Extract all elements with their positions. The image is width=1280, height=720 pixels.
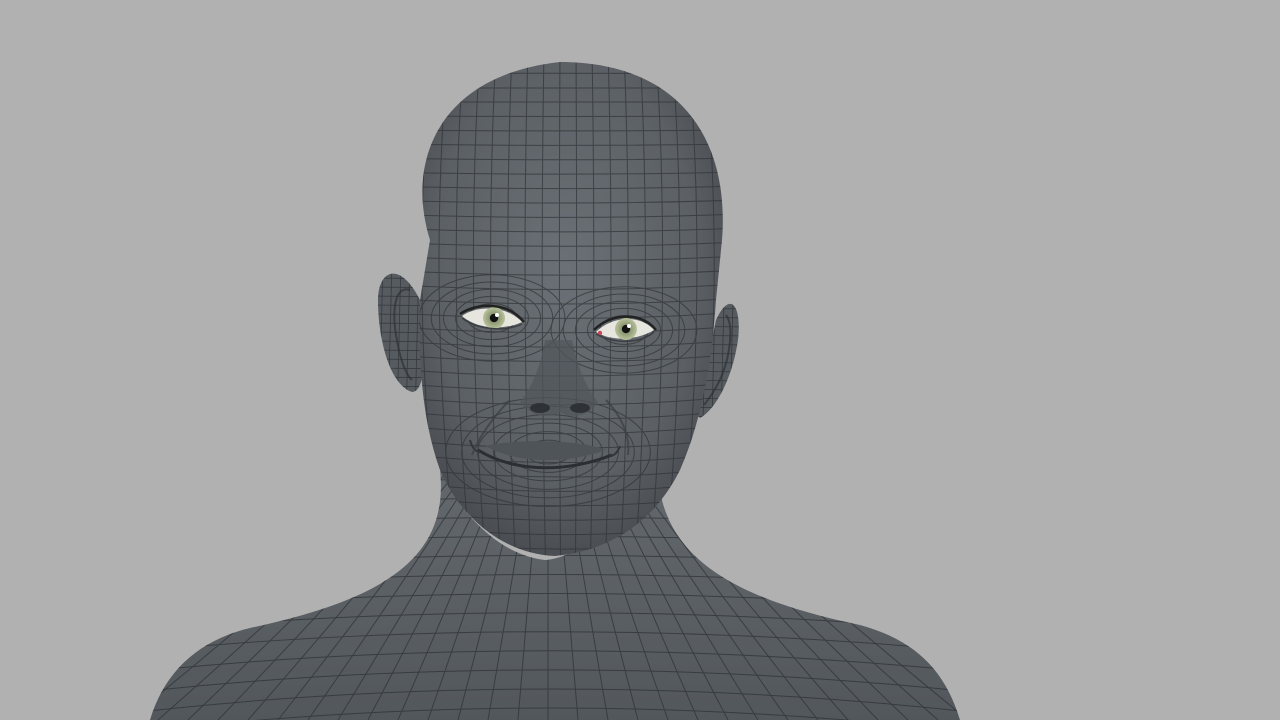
render-viewport bbox=[0, 0, 1280, 720]
wire-edge bbox=[370, 260, 374, 420]
wire-edge bbox=[738, 303, 739, 418]
wire-edge bbox=[739, 260, 743, 420]
wire-edge bbox=[380, 59, 740, 60]
head-mesh bbox=[380, 59, 740, 556]
mesh-render bbox=[150, 59, 960, 720]
wire-edge bbox=[370, 260, 374, 420]
